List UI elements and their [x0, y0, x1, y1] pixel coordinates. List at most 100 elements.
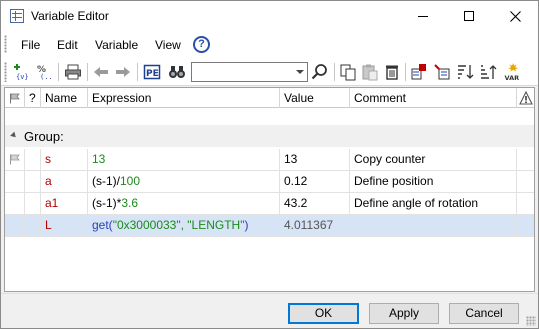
- menu-bar: File Edit Variable View ?: [1, 31, 538, 58]
- row-flag-cell[interactable]: [5, 215, 25, 236]
- help-icon[interactable]: ?: [193, 36, 210, 53]
- export-button[interactable]: [408, 61, 430, 83]
- sort-descending-icon: [458, 65, 474, 79]
- table-row[interactable]: a (s-1)/100 0.12 Define position: [5, 171, 534, 193]
- find-button[interactable]: [166, 61, 188, 83]
- search-go-button[interactable]: [309, 61, 331, 83]
- table-header: ? Name Expression Value Comment: [5, 88, 534, 108]
- menu-file[interactable]: File: [21, 38, 40, 52]
- properties-button[interactable]: PE: [141, 61, 163, 83]
- expression-number: 13: [92, 152, 106, 166]
- add-expression-button[interactable]: % (..): [34, 61, 56, 83]
- header-name[interactable]: Name: [41, 88, 88, 108]
- search-combobox[interactable]: [191, 62, 308, 82]
- row-question-cell[interactable]: [25, 171, 41, 192]
- variable-name-cell[interactable]: a1: [41, 193, 88, 214]
- sort-descending-button[interactable]: [454, 61, 476, 83]
- search-input[interactable]: [192, 63, 290, 81]
- add-variable-icon: {v}: [14, 64, 29, 81]
- svg-text:{v}: {v}: [16, 73, 29, 81]
- export-icon: [411, 64, 426, 80]
- comment-cell[interactable]: [350, 215, 517, 236]
- row-flag-cell[interactable]: [5, 193, 25, 214]
- header-comment[interactable]: Comment: [350, 88, 517, 108]
- variable-name-cell[interactable]: a: [41, 171, 88, 192]
- expression-cell[interactable]: (s-1)*3.6: [88, 193, 280, 214]
- undo-icon: [94, 67, 108, 77]
- add-variable-button[interactable]: {v}: [11, 61, 33, 83]
- warning-cell: [517, 149, 534, 170]
- ok-button[interactable]: OK: [288, 303, 359, 324]
- toolbar: {v} % (..): [1, 58, 538, 86]
- sort-ascending-button[interactable]: [477, 61, 499, 83]
- expression-operator: (s-1)/: [92, 174, 120, 188]
- row-question-cell[interactable]: [25, 215, 41, 236]
- sort-ascending-icon: [481, 65, 497, 79]
- find-icon: [169, 66, 185, 78]
- close-icon: [509, 10, 521, 22]
- comment-cell[interactable]: Define angle of rotation: [350, 193, 517, 214]
- expression-cell[interactable]: get("0x3000033", "LENGTH"): [88, 215, 280, 236]
- row-question-cell[interactable]: [25, 193, 41, 214]
- chevron-down-icon[interactable]: [296, 70, 304, 74]
- expression-function: ): [244, 218, 249, 232]
- print-button[interactable]: [62, 61, 84, 83]
- print-icon: [65, 64, 81, 80]
- minimize-button[interactable]: [400, 1, 446, 31]
- expression-cell[interactable]: 13: [88, 149, 280, 170]
- footer-divider: [1, 293, 538, 294]
- toolbar-grip[interactable]: [4, 62, 7, 82]
- delete-button[interactable]: [381, 61, 403, 83]
- header-value[interactable]: Value: [280, 88, 350, 108]
- search-go-icon: [311, 64, 327, 80]
- expression-operator: (s-1)*: [92, 196, 122, 210]
- copy-button[interactable]: [337, 61, 359, 83]
- redo-button[interactable]: [112, 61, 134, 83]
- expression-string: "0x3000033", "LENGTH": [112, 218, 245, 232]
- row-flag-cell[interactable]: [5, 149, 25, 170]
- warning-cell: [517, 193, 534, 214]
- header-question[interactable]: ?: [25, 88, 41, 108]
- resize-grip[interactable]: [526, 316, 536, 326]
- variable-manager-icon: VAR: [505, 63, 519, 81]
- svg-text:PE: PE: [146, 69, 159, 79]
- header-flag-column[interactable]: [5, 88, 25, 108]
- maximize-icon: [464, 11, 474, 21]
- expression-cell[interactable]: (s-1)/100: [88, 171, 280, 192]
- variable-manager-button[interactable]: VAR: [502, 61, 524, 83]
- import-button[interactable]: [431, 61, 453, 83]
- table-row-selected[interactable]: L get("0x3000033", "LENGTH") 4.011367: [5, 215, 534, 237]
- header-expression[interactable]: Expression: [88, 88, 280, 108]
- comment-cell[interactable]: Define position: [350, 171, 517, 192]
- redo-icon: [116, 67, 130, 77]
- variable-editor-window: Variable Editor File Edit Variable View …: [0, 0, 539, 329]
- menu-view[interactable]: View: [155, 38, 181, 52]
- expression-function: get(: [92, 218, 113, 232]
- close-button[interactable]: [492, 1, 538, 31]
- toolbar-separator: [137, 63, 138, 81]
- cancel-button[interactable]: Cancel: [449, 303, 519, 324]
- paste-icon: [362, 64, 378, 81]
- variable-name-cell[interactable]: L: [41, 215, 88, 236]
- paste-button[interactable]: [359, 61, 381, 83]
- comment-cell[interactable]: Copy counter: [350, 149, 517, 170]
- table-row[interactable]: a1 (s-1)*3.6 43.2 Define angle of rotati…: [5, 193, 534, 215]
- group-collapse-icon[interactable]: [10, 131, 18, 140]
- row-question-cell[interactable]: [25, 149, 41, 170]
- variable-name-cell[interactable]: s: [41, 149, 88, 170]
- apply-button[interactable]: Apply: [369, 303, 439, 324]
- menu-variable[interactable]: Variable: [95, 38, 138, 52]
- delete-icon: [386, 65, 398, 80]
- row-flag-cell[interactable]: [5, 171, 25, 192]
- undo-button[interactable]: [90, 61, 112, 83]
- import-icon: [434, 64, 450, 80]
- maximize-button[interactable]: [446, 1, 492, 31]
- group-row[interactable]: Group:: [5, 125, 534, 147]
- add-expression-icon: % (..): [37, 65, 54, 81]
- menubar-grip[interactable]: [4, 35, 7, 53]
- header-warning-column[interactable]: [517, 88, 534, 108]
- group-label: Group:: [24, 129, 64, 144]
- table-row[interactable]: s 13 13 Copy counter: [5, 149, 534, 171]
- properties-icon: PE: [143, 64, 161, 80]
- menu-edit[interactable]: Edit: [57, 38, 78, 52]
